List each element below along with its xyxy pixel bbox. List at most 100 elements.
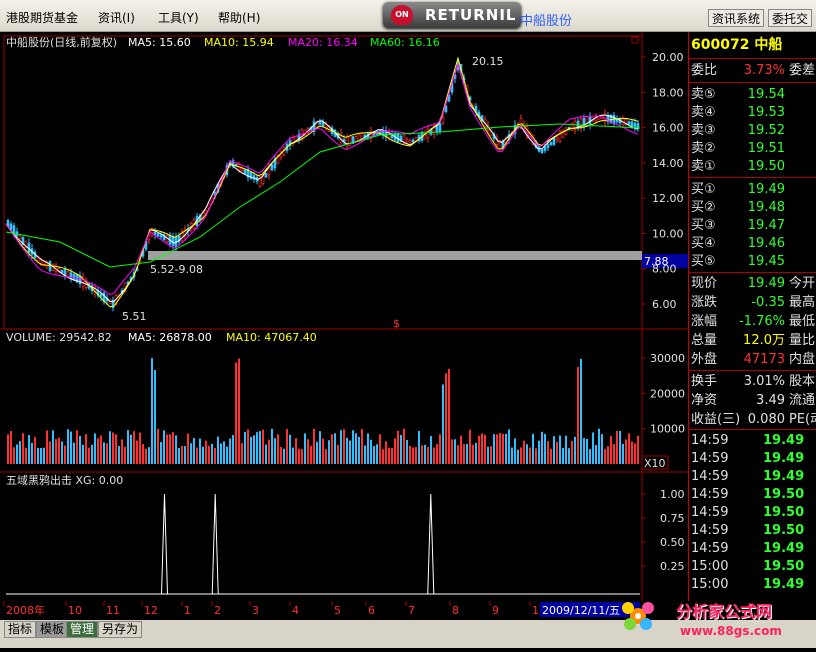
volume-bar — [556, 441, 558, 464]
volume-bar — [355, 433, 357, 464]
row-label: 外盘 — [691, 352, 718, 367]
volume-bar — [484, 434, 486, 464]
indicator-tick-label: 1.00 — [660, 488, 685, 501]
menu-item-info[interactable]: 资讯(I) — [98, 9, 135, 26]
volume-bar — [73, 442, 75, 464]
tick-row: 14:59 19.49 — [691, 450, 815, 468]
volume-bar — [463, 444, 465, 464]
chart-area[interactable]: 中船股份(日线,前复权) MA5: 15.60 MA10: 15.94 MA20… — [0, 32, 688, 601]
volume-bar — [616, 430, 618, 464]
volume-bar — [358, 436, 360, 464]
volume-bar — [406, 440, 408, 464]
volume-bar — [454, 439, 456, 464]
menu-item-help[interactable]: 帮助(H) — [218, 9, 260, 26]
tab-manage[interactable]: 管理 — [66, 621, 99, 638]
volume-bar — [58, 437, 60, 464]
candle-body — [159, 234, 163, 238]
date-tag: 2009/12/11/五 — [542, 604, 620, 617]
trade-button[interactable]: 委托交 — [768, 9, 813, 27]
volume-bar — [43, 447, 45, 464]
candle-body — [9, 223, 13, 230]
volume-bar — [529, 447, 531, 464]
volume-bar — [70, 431, 72, 464]
volume-bar — [583, 438, 585, 464]
volume-bar — [307, 439, 309, 464]
tick-time: 14:59 — [691, 487, 729, 502]
volume-bar — [172, 432, 174, 464]
time-axis: 2008年 10 11 12 1 2 3 4 5 6 7 8 9 1 2009/12/11/五 — [0, 601, 690, 620]
volume-bar — [145, 448, 147, 464]
volume-bar — [340, 430, 342, 464]
menu-bar: 港股期货基金 资讯(I) 工具(Y) 帮助(H) ON RETURNIL 中船股… — [0, 0, 816, 32]
volume-bar — [253, 435, 255, 464]
volume-bar — [370, 439, 372, 464]
volume-tick-label: 20000 — [650, 387, 685, 400]
volume-bar — [298, 448, 300, 464]
ask-row: 卖⑤ 19.54 — [691, 86, 815, 104]
volume-bar — [61, 441, 63, 464]
volume-bar — [607, 446, 609, 464]
row-extra-label: 最高 — [789, 295, 816, 310]
volume-bar — [103, 442, 105, 464]
volume-bar — [247, 429, 249, 464]
volume-bar — [430, 436, 432, 464]
candle-body — [18, 235, 22, 239]
returnil-badge[interactable]: ON RETURNIL — [383, 2, 521, 28]
volume-bar — [400, 435, 402, 464]
volume-bar — [367, 433, 369, 464]
stat-row: 换手 3.01% 股本 — [691, 373, 815, 391]
volume-bar — [187, 433, 189, 464]
volume-bar — [427, 446, 429, 464]
volume-bar — [568, 448, 570, 464]
volume-bar — [148, 447, 150, 464]
volume-bar — [631, 441, 633, 464]
volume-bar — [550, 448, 552, 464]
volume-bar — [376, 444, 378, 464]
tab-template[interactable]: 模板 — [36, 621, 69, 638]
volume-bar — [10, 431, 12, 464]
row-label: 买④ — [691, 236, 716, 251]
volume-bar — [37, 447, 39, 464]
volume-bar — [580, 359, 582, 464]
time-label: 5 — [334, 604, 341, 617]
tick-price: 19.50 — [763, 523, 805, 538]
volume-bar — [64, 445, 66, 464]
tab-save-as[interactable]: 另存为 — [98, 621, 143, 638]
volume-bar — [88, 447, 90, 464]
candle-body — [408, 140, 412, 144]
volume-bar — [94, 433, 96, 464]
badge-label: RETURNIL — [425, 6, 517, 24]
row-extra-label: 量比 — [789, 333, 816, 348]
row-value: 3.01% — [743, 374, 785, 389]
volume-bar — [175, 435, 177, 464]
volume-bar — [526, 444, 528, 464]
row-value: -0.35 — [751, 295, 785, 310]
tab-indicator[interactable]: 指标 — [4, 621, 37, 638]
volume-bar — [337, 444, 339, 464]
row-extra-label: 今开 — [789, 276, 816, 291]
tick-time: 14:59 — [691, 541, 729, 556]
time-label: 1 — [532, 604, 539, 617]
row-extra-label: PE(动 — [789, 412, 816, 427]
row-extra-label: 流通 — [789, 393, 816, 408]
quote-row: 总量 12.0万 量比 — [691, 332, 815, 350]
volume-bar — [283, 448, 285, 464]
volume-bar — [31, 442, 33, 464]
candle-body — [435, 126, 439, 132]
candle-body — [66, 271, 70, 277]
volume-bar — [628, 433, 630, 464]
volume-bar — [343, 429, 345, 464]
volume-bar — [349, 440, 351, 464]
menu-item-futures[interactable]: 港股期货基金 — [6, 9, 78, 26]
volume-bar — [493, 434, 495, 464]
price-tick-label: 20.00 — [652, 51, 684, 64]
volume-bar — [547, 441, 549, 464]
menu-item-tools[interactable]: 工具(Y) — [158, 9, 199, 26]
volume-bar — [124, 446, 126, 464]
candle-body — [441, 117, 445, 123]
price-tick-label: 16.00 — [652, 122, 684, 135]
tick-price: 19.49 — [763, 469, 805, 484]
info-system-button[interactable]: 资讯系统 — [708, 9, 765, 27]
row-label: 卖⑤ — [691, 87, 716, 102]
volume-bar — [265, 444, 267, 464]
